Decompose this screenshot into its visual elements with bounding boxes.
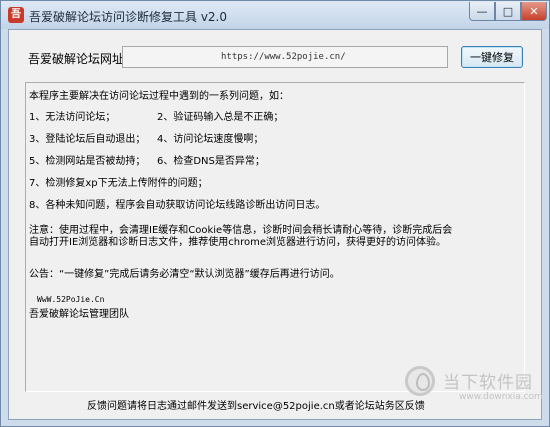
one-click-repair-button[interactable]: 一键修复: [461, 46, 523, 68]
watermark-name: 当下软件园: [443, 373, 533, 393]
app-icon: 吾: [8, 7, 24, 23]
issue-item: 8、各种未知问题，程序会自动获取访问论坛线路诊断出访问日志。: [29, 200, 326, 211]
minimize-button[interactable]: —: [469, 2, 495, 21]
team-signature: 吾爱破解论坛管理团队: [29, 309, 129, 320]
note-text: 自动打开IE浏览器和诊断日志文件，推荐使用chrome浏览器进行访问，获得更好的…: [29, 237, 447, 248]
issue-item: 3、登陆论坛后自动退出；: [29, 134, 146, 145]
maximize-button[interactable]: □: [495, 2, 521, 21]
client-area: 吾爱破解论坛网址： https://www.52pojie.cn/ 一键修复 本…: [8, 29, 543, 420]
url-field[interactable]: https://www.52pojie.cn/: [122, 46, 448, 68]
issue-item: 4、访问论坛速度慢啊；: [157, 134, 264, 145]
url-label: 吾爱破解论坛网址：: [28, 52, 137, 66]
issue-item: 5、检测网站是否被劫持；: [29, 156, 146, 167]
issue-item: 2、验证码输入总是不正确；: [157, 112, 284, 123]
feedback-footer: 反馈问题请将日志通过邮件发送到service@52pojie.cn或者论坛站务区…: [87, 401, 425, 412]
issue-item: 6、检查DNS是否异常；: [157, 156, 265, 167]
app-window: 吾 吾爱破解论坛访问诊断修复工具 v2.0 — □ ✕ 吾爱破解论坛网址： ht…: [0, 0, 550, 427]
watermark-url: www.downxia.com: [459, 392, 543, 402]
info-panel: 本程序主要解决在访问论坛过程中遇到的一系列问题，如： 1、无法访问论坛； 2、验…: [25, 82, 525, 392]
issue-item: 1、无法访问论坛；: [29, 112, 116, 123]
watermark-logo-icon: [405, 366, 435, 396]
intro-text: 本程序主要解决在访问论坛过程中遇到的一系列问题，如：: [29, 91, 289, 102]
window-title: 吾爱破解论坛访问诊断修复工具 v2.0: [29, 10, 228, 24]
site-address-small: WwW.52PoJie.Cn: [37, 295, 105, 304]
title-bar[interactable]: 吾 吾爱破解论坛访问诊断修复工具 v2.0 — □ ✕: [1, 1, 549, 29]
announcement-text: 公告：“一键修复”完成后请务必清空“默认浏览器”缓存后再进行访问。: [29, 269, 340, 280]
issue-item: 7、检测修复xp下无法上传附件的问题；: [29, 178, 208, 189]
close-button[interactable]: ✕: [521, 2, 547, 21]
